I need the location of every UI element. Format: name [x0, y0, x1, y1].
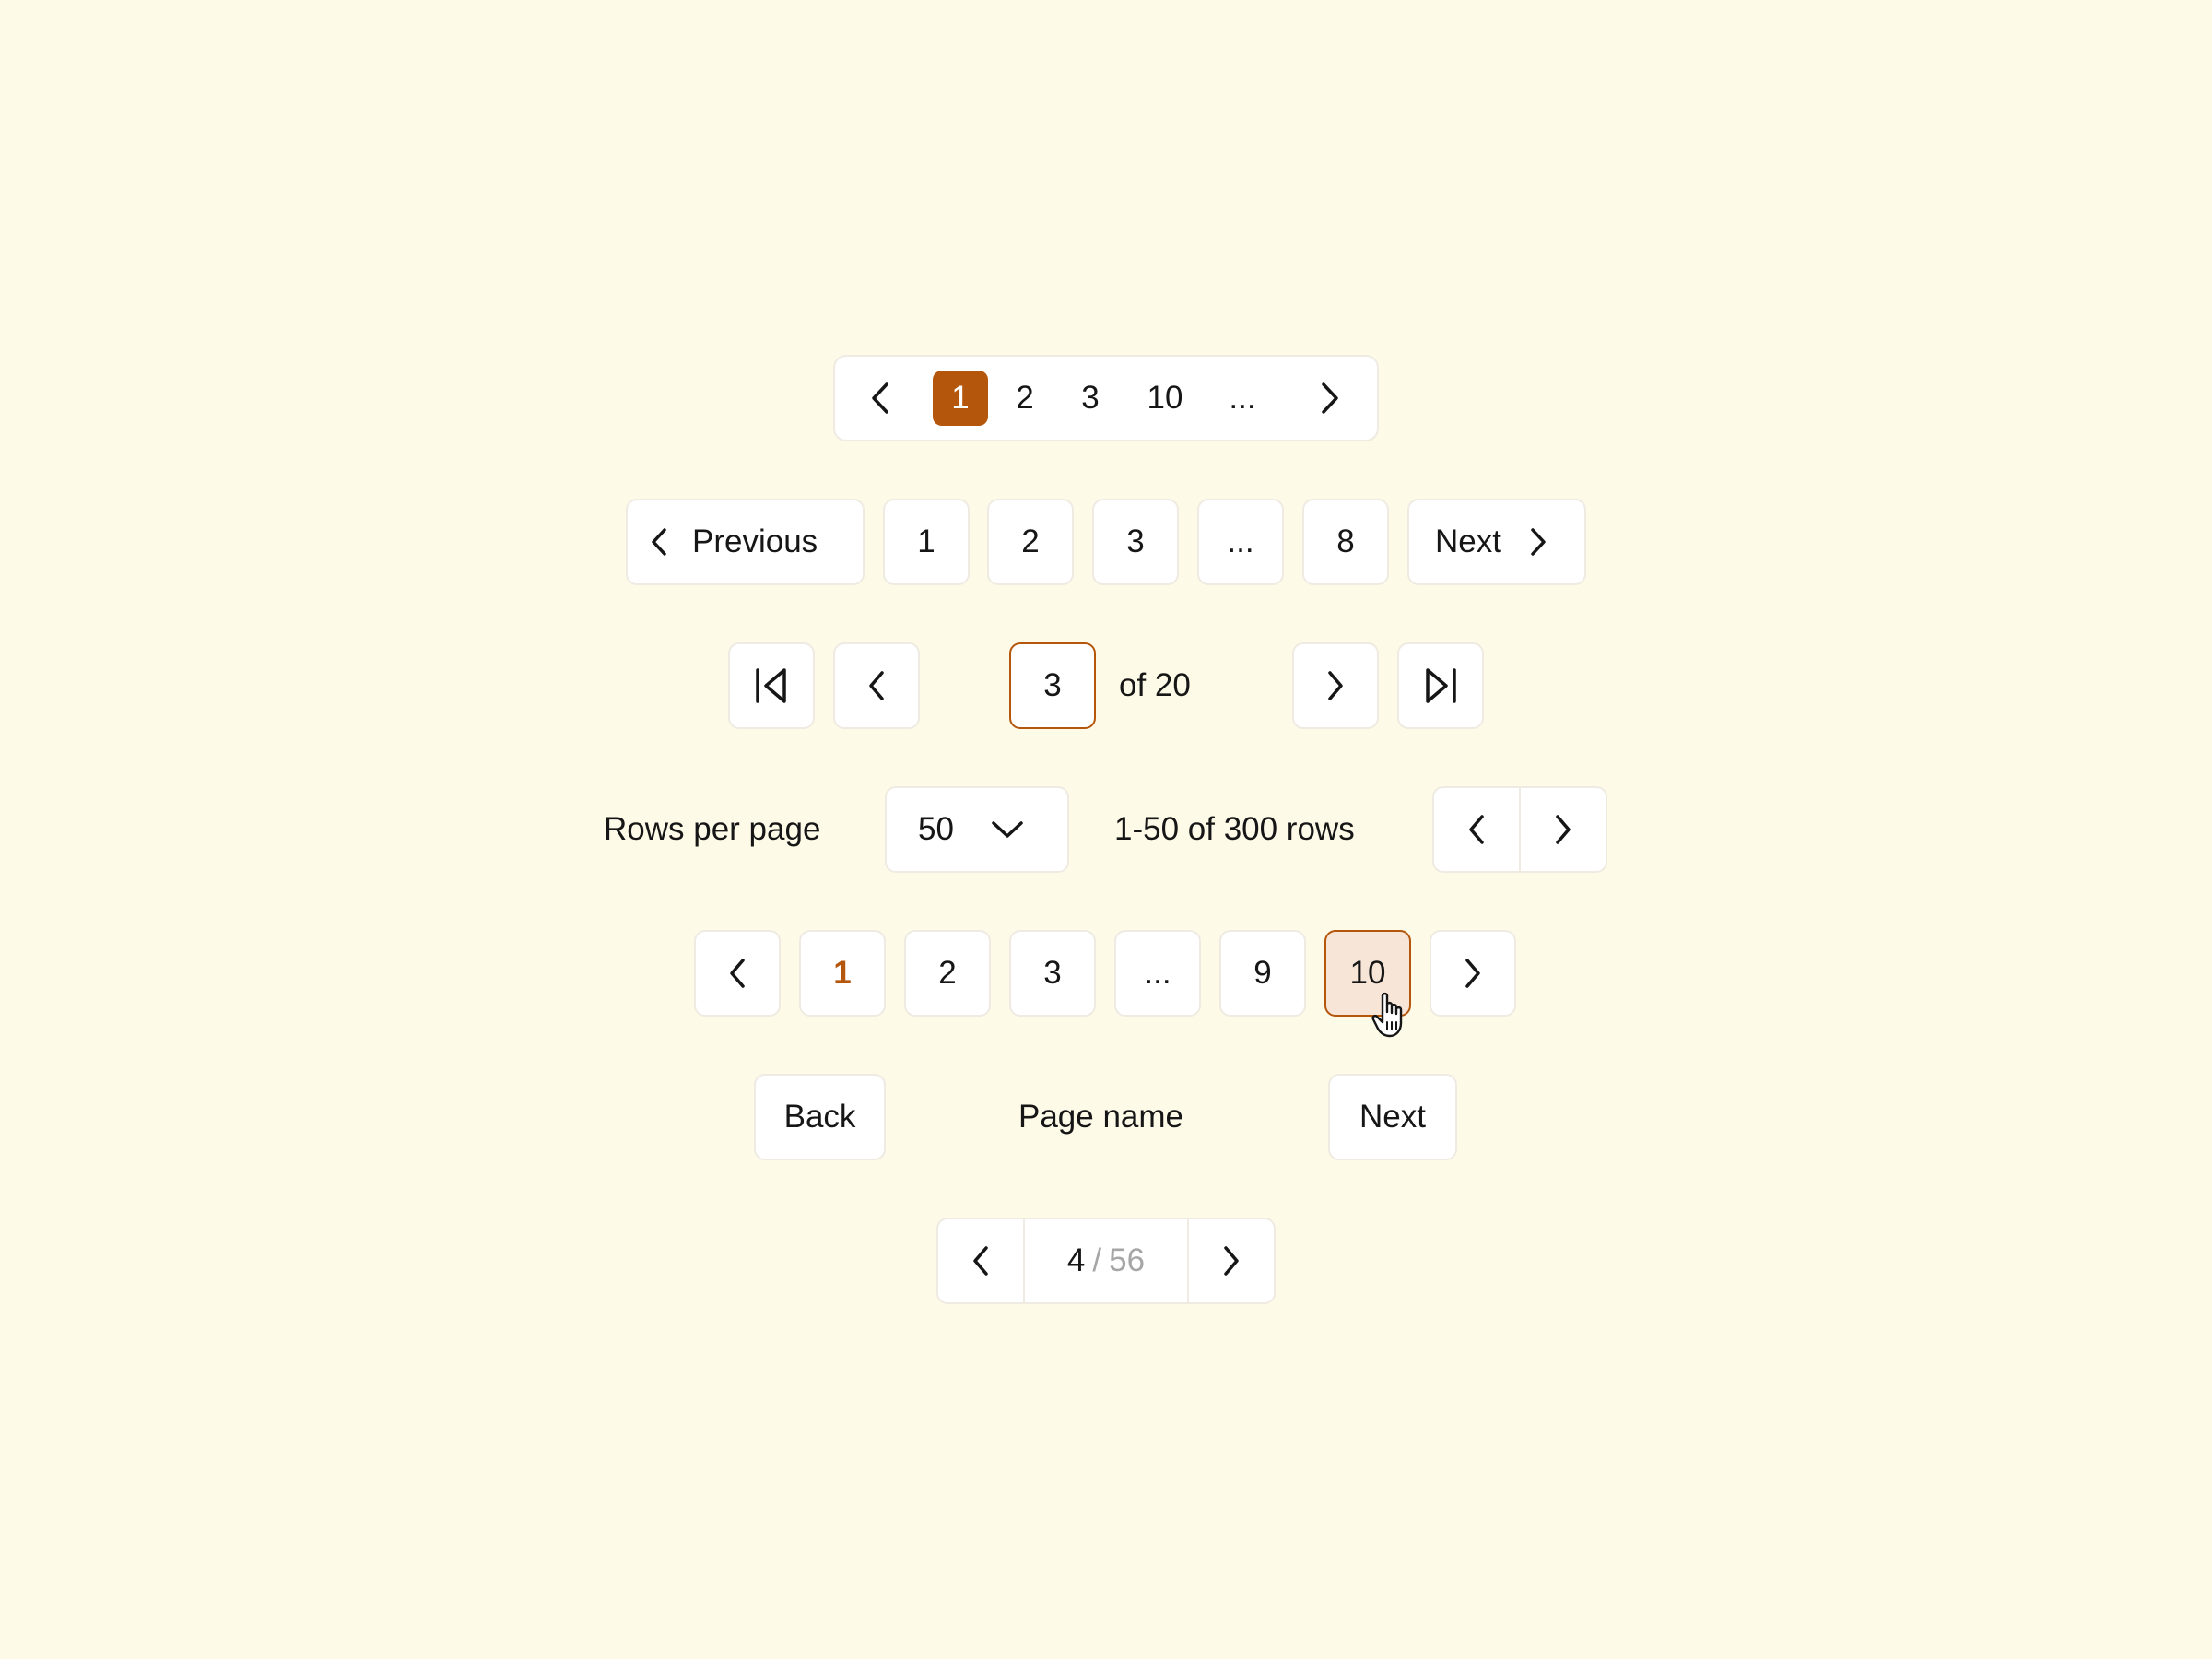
next-button[interactable]: Next	[1407, 499, 1586, 585]
compact-ellipsis[interactable]: ...	[1215, 371, 1270, 426]
chevron-right-icon	[1465, 959, 1480, 988]
counter-prev-button[interactable]	[938, 1219, 1023, 1302]
first-page-icon	[756, 668, 786, 703]
chevron-right-icon	[1328, 671, 1343, 700]
compact-prev-button[interactable]	[857, 371, 903, 426]
rows-next-button[interactable]	[1521, 788, 1606, 871]
labeled-ellipsis[interactable]: ...	[1197, 499, 1284, 585]
back-button[interactable]: Back	[754, 1074, 886, 1160]
chevron-left-icon	[1469, 815, 1484, 844]
rows-per-page-value: 50	[918, 811, 954, 847]
numbered-page-2[interactable]: 2	[904, 930, 991, 1017]
back-label: Back	[783, 1099, 856, 1135]
page-number: 3	[1043, 955, 1062, 991]
prev-page-button[interactable]	[833, 642, 920, 729]
compact-page-3[interactable]: 3	[1063, 371, 1118, 426]
chevron-right-icon	[1556, 815, 1571, 844]
counter-total: 56	[1109, 1242, 1146, 1278]
numbered-page-1[interactable]: 1	[799, 930, 886, 1017]
chevron-right-icon	[1529, 527, 1547, 557]
compact-page-10[interactable]: 10	[1137, 371, 1193, 426]
page-number: 10	[1349, 955, 1386, 991]
labeled-page-2[interactable]: 2	[987, 499, 1074, 585]
chevron-left-icon	[650, 527, 668, 557]
chevron-right-icon	[1322, 382, 1338, 414]
next-label: Next	[1435, 524, 1501, 559]
ellipsis: ...	[1144, 955, 1171, 991]
page-number: 3	[1126, 524, 1145, 559]
chevron-left-icon	[973, 1246, 988, 1276]
compact-page-2[interactable]: 2	[997, 371, 1053, 426]
current-page-input[interactable]: 3	[1009, 642, 1096, 729]
labeled-page-8[interactable]: 8	[1302, 499, 1389, 585]
page-number: 8	[1336, 524, 1355, 559]
counter-display: 4 / 56	[1025, 1219, 1187, 1302]
page-number: 9	[1253, 955, 1272, 991]
first-page-button[interactable]	[728, 642, 815, 729]
ellipsis: ...	[1229, 380, 1256, 416]
chevron-down-icon	[991, 819, 1024, 840]
last-page-button[interactable]	[1397, 642, 1484, 729]
numbered-next-button[interactable]	[1430, 930, 1516, 1017]
counter-next-button[interactable]	[1189, 1219, 1274, 1302]
ellipsis: ...	[1227, 524, 1254, 559]
rows-range-text: 1-50 of 300 rows	[1114, 811, 1355, 847]
previous-button[interactable]: Previous	[626, 499, 865, 585]
page-number: 1	[951, 380, 970, 416]
chevron-right-icon	[1224, 1246, 1239, 1276]
page-number: 2	[938, 955, 957, 991]
numbered-page-3[interactable]: 3	[1009, 930, 1096, 1017]
chevron-left-icon	[869, 671, 884, 700]
rows-per-page-label: Rows per page	[604, 811, 821, 847]
previous-label: Previous	[692, 524, 818, 559]
labeled-page-1[interactable]: 1	[883, 499, 970, 585]
counter-current: 4	[1066, 1242, 1086, 1278]
next-step-button[interactable]: Next	[1328, 1074, 1457, 1160]
compact-next-button[interactable]	[1307, 371, 1353, 426]
page-total-text: of 20	[1119, 667, 1191, 703]
compact-page-1[interactable]: 1	[933, 371, 988, 426]
page-number: 2	[1021, 524, 1040, 559]
numbered-ellipsis[interactable]: ...	[1114, 930, 1201, 1017]
current-page-value: 3	[1043, 667, 1062, 703]
chevron-left-icon	[872, 382, 888, 414]
page-number: 1	[833, 955, 852, 991]
labeled-page-3[interactable]: 3	[1092, 499, 1179, 585]
chevron-left-icon	[730, 959, 745, 988]
next-page-button[interactable]	[1292, 642, 1379, 729]
rows-prev-button[interactable]	[1434, 788, 1519, 871]
page-number: 1	[917, 524, 935, 559]
numbered-prev-button[interactable]	[694, 930, 781, 1017]
next-label: Next	[1359, 1099, 1426, 1135]
rows-per-page-select[interactable]: 50	[885, 786, 1069, 873]
page-number: 2	[1016, 380, 1034, 416]
numbered-page-9[interactable]: 9	[1219, 930, 1306, 1017]
counter-separator: /	[1092, 1242, 1102, 1278]
last-page-icon	[1426, 668, 1456, 703]
page-name: Page name	[1018, 1099, 1184, 1135]
page-number: 10	[1147, 380, 1183, 416]
hand-cursor-icon	[1371, 992, 1412, 1040]
page-number: 3	[1081, 380, 1100, 416]
